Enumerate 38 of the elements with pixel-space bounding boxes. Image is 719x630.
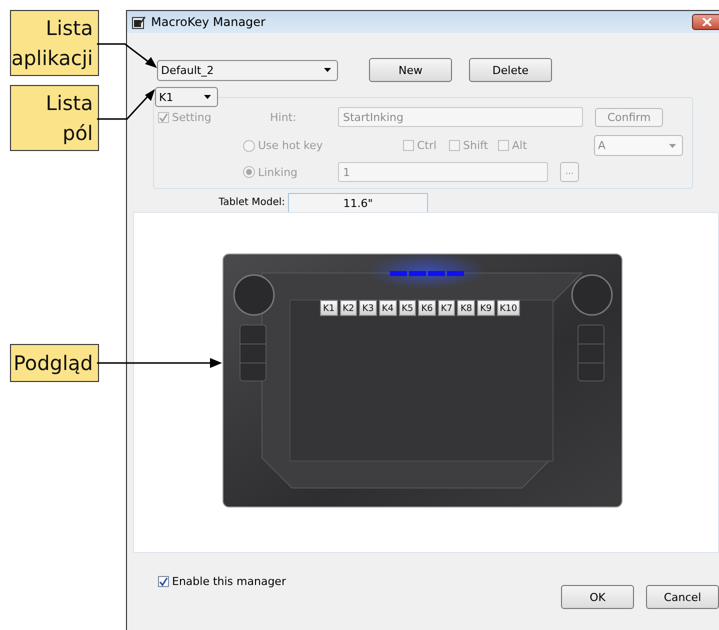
checkbox-label: Enable this manager: [172, 575, 286, 588]
tablet-model-field: 11.6": [288, 193, 428, 212]
checkbox-label: Setting: [172, 110, 212, 124]
callout-label: Lista aplikacji: [10, 10, 99, 76]
tablet-key[interactable]: K9: [477, 300, 495, 316]
caret-icon: [669, 144, 676, 148]
caret-icon: [324, 68, 331, 72]
checkbox-label: Shift: [463, 139, 488, 152]
callout-label: Lista pól: [10, 85, 99, 151]
close-button[interactable]: [692, 14, 719, 30]
tablet-key[interactable]: K1: [320, 300, 338, 316]
button[interactable]: OK: [561, 585, 634, 609]
app-icon: [132, 16, 146, 28]
tablet-key[interactable]: K10: [496, 300, 520, 316]
tablet-key[interactable]: K2: [340, 300, 358, 316]
tablet-key[interactable]: K6: [418, 300, 436, 316]
hint-label: Hint:: [270, 110, 296, 124]
callout-arrow: [97, 89, 155, 120]
button[interactable]: Cancel: [646, 585, 719, 609]
button[interactable]: Delete: [469, 58, 552, 82]
tablet-key[interactable]: K3: [359, 300, 377, 316]
checkbox[interactable]: [158, 576, 169, 587]
close-icon: [702, 18, 712, 26]
callout-label: Podgląd: [10, 344, 99, 382]
application-dropdown[interactable]: Default_2: [157, 60, 338, 80]
button[interactable]: New: [369, 58, 452, 82]
tablet-key[interactable]: K4: [378, 300, 397, 316]
radio-label: Use hot key: [258, 139, 323, 152]
window-title: MacroKey Manager: [151, 15, 266, 29]
tablet-model-label: Tablet Model:: [218, 197, 285, 208]
tablet-key[interactable]: K8: [457, 300, 476, 316]
caret-icon: [204, 95, 211, 99]
checkbox-label: Alt: [512, 139, 527, 152]
callout-arrow: [97, 43, 157, 68]
tablet-key[interactable]: K7: [438, 300, 456, 316]
radio-label: Linking: [258, 166, 298, 178]
tablet-key[interactable]: K5: [398, 300, 416, 316]
checkbox-label: Ctrl: [417, 139, 437, 152]
